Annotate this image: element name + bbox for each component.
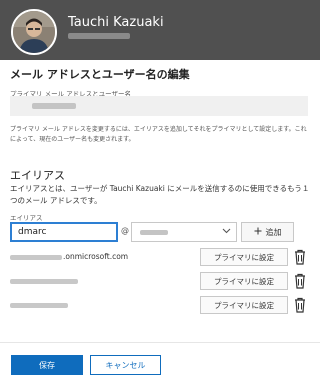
- avatar: [11, 9, 57, 55]
- alias-row: プライマリに設定: [10, 272, 310, 292]
- add-alias-button[interactable]: 追加: [241, 222, 294, 242]
- alias-row: プライマリに設定: [10, 296, 310, 316]
- alias-address: .onmicrosoft.com: [10, 252, 128, 261]
- primary-email-redacted: [32, 103, 76, 109]
- page-title: メール アドレスとユーザー名の編集: [10, 68, 190, 81]
- add-alias-label: 追加: [265, 227, 282, 237]
- trash-icon[interactable]: [293, 249, 307, 265]
- cancel-button[interactable]: キャンセル: [90, 355, 161, 375]
- save-button[interactable]: 保存: [11, 355, 83, 375]
- primary-email-field: [10, 96, 308, 116]
- set-primary-label: プライマリに設定: [214, 252, 274, 262]
- domain-select[interactable]: [131, 222, 237, 242]
- at-sign: @: [121, 226, 129, 235]
- alias-input[interactable]: [10, 222, 118, 242]
- alias-row: .onmicrosoft.com プライマリに設定: [10, 248, 310, 268]
- footer-divider: [0, 342, 320, 343]
- profile-header: Tauchi Kazuaki: [0, 0, 320, 60]
- alias-suffix: .onmicrosoft.com: [63, 252, 129, 261]
- alias-description: エイリアスとは、ユーザーが Tauchi Kazuaki にメールを送信するのに…: [10, 184, 310, 205]
- alias-prefix-redacted: [10, 302, 68, 308]
- user-name: Tauchi Kazuaki: [68, 15, 164, 30]
- primary-help-text: プライマリ メール アドレスを変更するには、エイリアスを追加してそれをプライマリ…: [10, 126, 307, 143]
- domain-redacted: [140, 230, 168, 235]
- set-primary-label: プライマリに設定: [214, 276, 274, 286]
- trash-icon[interactable]: [293, 297, 307, 313]
- avatar-photo-icon: [13, 11, 55, 53]
- cancel-label: キャンセル: [105, 360, 146, 370]
- set-primary-button[interactable]: プライマリに設定: [200, 296, 288, 314]
- user-email-redacted: [68, 33, 130, 39]
- alias-address: [10, 276, 79, 285]
- save-label: 保存: [39, 360, 55, 370]
- alias-input-label: エイリアス: [10, 214, 43, 222]
- alias-prefix-redacted: [10, 278, 78, 284]
- alias-section-title: エイリアス: [10, 169, 65, 182]
- set-primary-label: プライマリに設定: [214, 300, 274, 310]
- chevron-down-icon: [222, 227, 231, 237]
- alias-prefix-redacted: [10, 254, 62, 260]
- alias-address: [10, 300, 69, 309]
- plus-icon: [254, 227, 262, 237]
- set-primary-button[interactable]: プライマリに設定: [200, 248, 288, 266]
- set-primary-button[interactable]: プライマリに設定: [200, 272, 288, 290]
- trash-icon[interactable]: [293, 273, 307, 289]
